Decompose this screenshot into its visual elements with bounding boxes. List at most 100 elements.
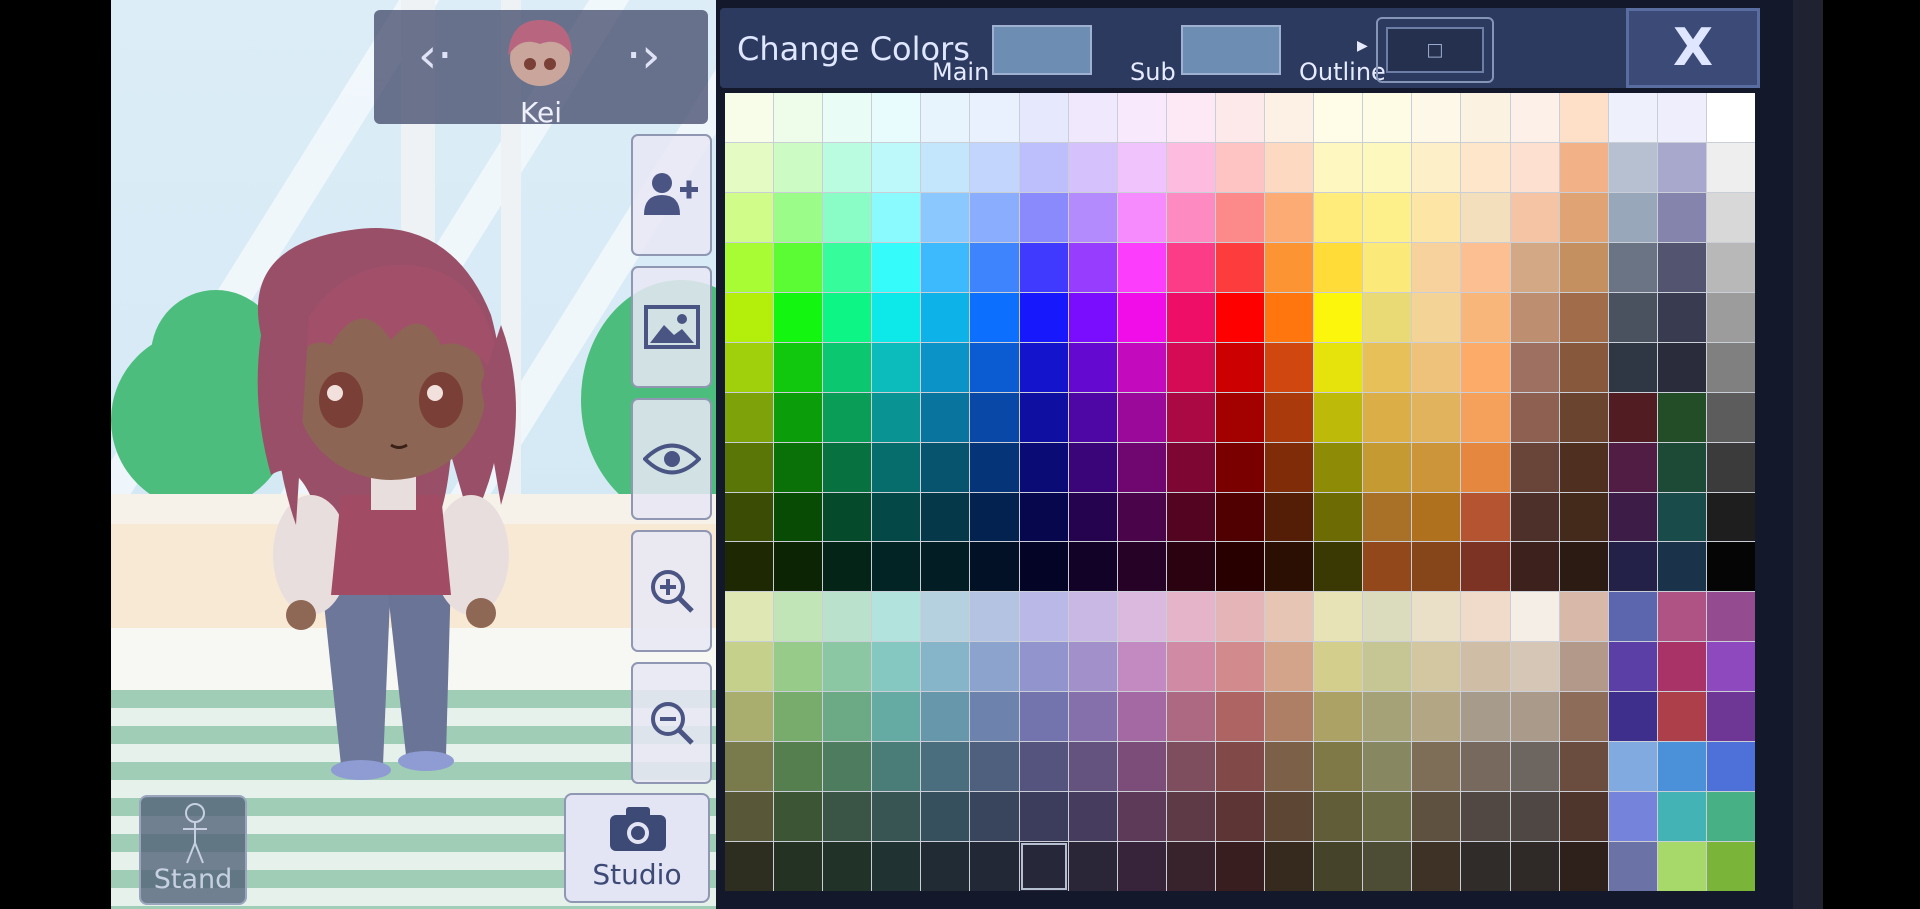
color-swatch[interactable] [1314, 192, 1363, 242]
background-button[interactable] [631, 266, 712, 388]
color-swatch[interactable] [970, 142, 1019, 192]
color-swatch[interactable] [1363, 642, 1412, 692]
color-swatch[interactable] [1363, 392, 1412, 442]
color-swatch[interactable] [1265, 392, 1314, 442]
color-swatch[interactable] [1657, 342, 1706, 392]
color-swatch[interactable] [1510, 342, 1559, 392]
color-swatch[interactable] [921, 292, 970, 342]
color-swatch[interactable] [1559, 792, 1608, 842]
color-swatch[interactable] [774, 642, 823, 692]
color-swatch[interactable] [921, 742, 970, 792]
color-swatch[interactable] [774, 242, 823, 292]
color-swatch[interactable] [1314, 93, 1363, 142]
color-swatch[interactable] [1019, 642, 1068, 692]
color-swatch[interactable] [1166, 542, 1215, 592]
color-swatch[interactable] [1117, 442, 1166, 492]
color-swatch[interactable] [1363, 492, 1412, 542]
color-swatch[interactable] [1412, 742, 1461, 792]
color-swatch[interactable] [1510, 142, 1559, 192]
color-swatch[interactable] [1559, 392, 1608, 442]
color-swatch[interactable] [1559, 742, 1608, 792]
color-swatch[interactable] [1608, 342, 1657, 392]
color-swatch[interactable] [774, 742, 823, 792]
color-swatch[interactable] [872, 742, 921, 792]
color-swatch[interactable] [1019, 292, 1068, 342]
color-swatch[interactable] [1608, 392, 1657, 442]
color-swatch[interactable] [1117, 93, 1166, 142]
color-swatch[interactable] [1559, 93, 1608, 142]
color-swatch[interactable] [1314, 792, 1363, 842]
color-swatch[interactable] [1510, 842, 1559, 891]
color-swatch[interactable] [1461, 192, 1510, 242]
color-swatch[interactable] [1265, 342, 1314, 392]
color-swatch[interactable] [1363, 242, 1412, 292]
color-swatch[interactable] [1117, 542, 1166, 592]
color-swatch[interactable] [1461, 692, 1510, 742]
color-swatch[interactable] [823, 492, 872, 542]
color-swatch[interactable] [1019, 842, 1068, 891]
color-swatch[interactable] [1412, 492, 1461, 542]
color-swatch[interactable] [1461, 592, 1510, 642]
color-swatch[interactable] [1215, 742, 1265, 792]
color-swatch[interactable] [1215, 692, 1265, 742]
color-swatch[interactable] [1706, 442, 1755, 492]
color-swatch[interactable] [1068, 492, 1117, 542]
studio-button[interactable]: Studio [564, 793, 710, 903]
color-swatch[interactable] [1166, 492, 1215, 542]
color-swatch[interactable] [823, 392, 872, 442]
color-swatch[interactable] [1412, 792, 1461, 842]
color-swatch[interactable] [970, 242, 1019, 292]
sub-color-swatch[interactable] [1181, 25, 1281, 75]
color-swatch[interactable] [1363, 342, 1412, 392]
color-swatch[interactable] [1559, 342, 1608, 392]
color-swatch[interactable] [970, 392, 1019, 442]
color-swatch[interactable] [1510, 642, 1559, 692]
color-swatch[interactable] [970, 542, 1019, 592]
color-swatch[interactable] [725, 692, 774, 742]
color-swatch[interactable] [1608, 742, 1657, 792]
color-swatch[interactable] [774, 392, 823, 442]
color-swatch[interactable] [872, 142, 921, 192]
color-swatch[interactable] [1019, 142, 1068, 192]
color-swatch[interactable] [1363, 692, 1412, 742]
color-swatch[interactable] [1412, 642, 1461, 692]
color-swatch[interactable] [921, 342, 970, 392]
color-swatch[interactable] [774, 542, 823, 592]
color-swatch[interactable] [1461, 342, 1510, 392]
color-swatch[interactable] [1412, 93, 1461, 142]
color-swatch[interactable] [1608, 792, 1657, 842]
color-swatch[interactable] [1412, 242, 1461, 292]
color-swatch[interactable] [1608, 542, 1657, 592]
color-swatch[interactable] [1314, 242, 1363, 292]
color-swatch[interactable] [1166, 692, 1215, 742]
color-swatch[interactable] [823, 242, 872, 292]
color-swatch[interactable] [970, 692, 1019, 742]
color-swatch[interactable] [725, 93, 774, 142]
color-swatch[interactable] [1657, 842, 1706, 891]
color-swatch[interactable] [1363, 442, 1412, 492]
color-swatch[interactable] [970, 342, 1019, 392]
color-swatch[interactable] [1461, 842, 1510, 891]
color-swatch[interactable] [1559, 442, 1608, 492]
color-swatch[interactable] [1215, 442, 1265, 492]
color-swatch[interactable] [1314, 342, 1363, 392]
color-swatch[interactable] [1117, 142, 1166, 192]
color-swatch[interactable] [725, 392, 774, 442]
color-swatch[interactable] [1314, 592, 1363, 642]
color-swatch[interactable] [921, 392, 970, 442]
color-swatch[interactable] [1019, 792, 1068, 842]
color-swatch[interactable] [1510, 692, 1559, 742]
color-swatch[interactable] [1608, 492, 1657, 542]
color-swatch[interactable] [1461, 742, 1510, 792]
color-swatch[interactable] [1559, 242, 1608, 292]
color-swatch[interactable] [1510, 792, 1559, 842]
color-swatch[interactable] [1461, 642, 1510, 692]
color-swatch[interactable] [1510, 592, 1559, 642]
color-swatch[interactable] [1068, 642, 1117, 692]
color-swatch[interactable] [1608, 292, 1657, 342]
toggle-visibility-button[interactable] [631, 398, 712, 520]
color-swatch[interactable] [1166, 142, 1215, 192]
color-swatch[interactable] [725, 142, 774, 192]
color-swatch[interactable] [1117, 392, 1166, 442]
stand-button[interactable]: Stand [139, 795, 247, 905]
